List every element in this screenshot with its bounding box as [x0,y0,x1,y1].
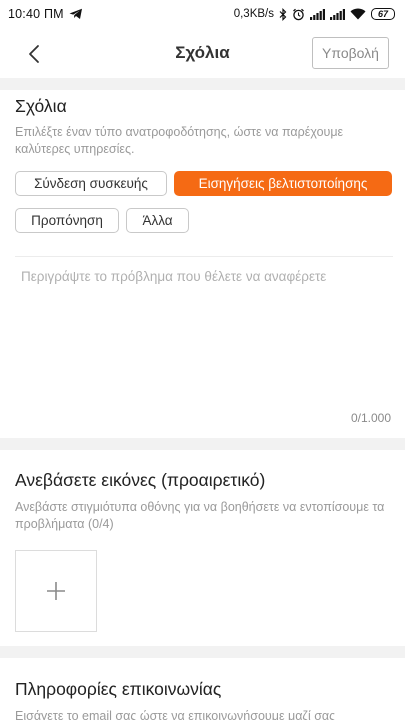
images-section-title: Ανεβάσετε εικόνες (προαιρετικό) [15,470,266,490]
type-chip-other[interactable]: Άλλα [126,208,189,233]
battery-icon: 67 [371,8,395,20]
status-right: 0,3KB/s 67 [233,7,395,21]
alarm-icon [292,8,305,21]
signal-icon [330,8,345,20]
telegram-icon [69,8,83,20]
section-divider [0,78,405,90]
submit-button[interactable]: Υποβολή [312,37,389,69]
type-chip-training[interactable]: Προπόνηση [15,208,119,233]
add-image-button[interactable] [15,550,97,632]
back-button[interactable] [20,40,48,68]
chevron-left-icon [28,44,40,64]
plus-icon [46,581,66,601]
status-bar: 10:40 ΠΜ 0,3KB/s 67 [0,0,405,28]
type-chip-device-connection[interactable]: Σύνδεση συσκευής [15,171,167,196]
signal-icon [310,8,325,20]
feedback-section-title: Σχόλια [15,96,67,116]
status-left: 10:40 ΠΜ [8,7,83,21]
bluetooth-icon [279,7,287,21]
status-time: 10:40 ΠΜ [8,7,64,21]
textarea-placeholder: Περιγράψτε το πρόβλημα που θέλετε να ανα… [21,269,327,284]
section-divider [0,646,405,658]
contact-description: Εισάγετε το email σας ώστε να επικοινωνή… [15,709,336,720]
images-description: Ανεβάστε στιγμιότυπα οθόνης για να βοηθή… [15,500,385,531]
wifi-icon [350,8,366,20]
network-speed: 0,3KB/s [233,8,274,20]
page-title: Σχόλια [175,43,230,62]
contact-section-title: Πληροφορίες επικοινωνίας [15,679,222,699]
feedback-description: Επιλέξτε έναν τύπο ανατροφοδότησης, ώστε… [15,125,344,156]
feedback-textarea[interactable]: Περιγράψτε το πρόβλημα που θέλετε να ανα… [15,256,393,431]
type-chip-optimization-suggestions[interactable]: Εισηγήσεις βελτιστοποίησης [174,171,392,196]
section-divider [0,438,405,450]
char-counter: 0/1.000 [350,411,391,425]
app-header: Σχόλια Υποβολή [0,28,405,78]
